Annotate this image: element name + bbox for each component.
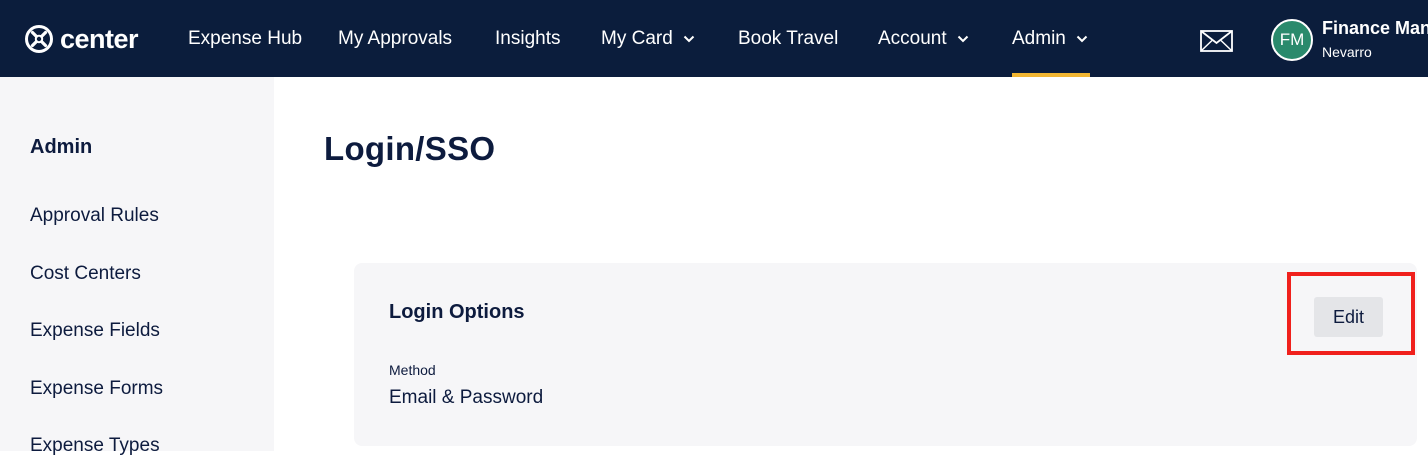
nav-expense-hub[interactable]: Expense Hub — [188, 0, 302, 77]
user-organization: Nevarro — [1322, 44, 1372, 60]
sidebar-item-expense-fields[interactable]: Expense Fields — [30, 320, 160, 342]
edit-button[interactable]: Edit — [1314, 297, 1383, 337]
nav-label: Insights — [495, 27, 561, 49]
sidebar-item-approval-rules[interactable]: Approval Rules — [30, 205, 159, 227]
user-name[interactable]: Finance Man — [1322, 18, 1428, 39]
top-navigation-bar: center Expense Hub My Approvals Insights… — [0, 0, 1428, 77]
nav-label: My Card — [601, 27, 673, 49]
sidebar-item-expense-forms[interactable]: Expense Forms — [30, 378, 163, 400]
chevron-down-icon — [957, 35, 969, 43]
sidebar-item-expense-types[interactable]: Expense Types — [30, 435, 160, 457]
nav-insights[interactable]: Insights — [495, 0, 560, 77]
page-title: Login/SSO — [324, 130, 496, 167]
method-label: Method — [389, 362, 436, 378]
nav-label: Book Travel — [738, 27, 839, 49]
center-logo-icon — [24, 24, 54, 54]
nav-admin[interactable]: Admin — [1012, 0, 1090, 77]
login-options-card: Login Options Method Email & Password Ed… — [354, 263, 1417, 446]
chevron-down-icon — [683, 35, 695, 43]
nav-my-card[interactable]: My Card — [601, 0, 695, 77]
chevron-down-icon — [1076, 35, 1088, 43]
admin-sidebar: Admin Approval Rules Cost Centers Expens… — [0, 77, 274, 456]
avatar-initials: FM — [1279, 30, 1305, 49]
sidebar-title: Admin — [30, 136, 93, 158]
nav-book-travel[interactable]: Book Travel — [738, 0, 838, 77]
sidebar-item-cost-centers[interactable]: Cost Centers — [30, 263, 141, 285]
method-value: Email & Password — [389, 387, 544, 408]
nav-label: Account — [878, 27, 947, 49]
brand-name: center — [60, 23, 139, 54]
brand-logo[interactable]: center — [24, 22, 139, 56]
mail-icon[interactable] — [1200, 30, 1233, 57]
nav-label: Admin — [1012, 27, 1066, 49]
nav-label: Expense Hub — [188, 27, 303, 49]
nav-my-approvals[interactable]: My Approvals — [338, 0, 452, 77]
avatar[interactable]: FM — [1271, 19, 1313, 61]
card-title: Login Options — [389, 301, 525, 323]
nav-account[interactable]: Account — [878, 0, 969, 77]
nav-label: My Approvals — [338, 27, 453, 49]
